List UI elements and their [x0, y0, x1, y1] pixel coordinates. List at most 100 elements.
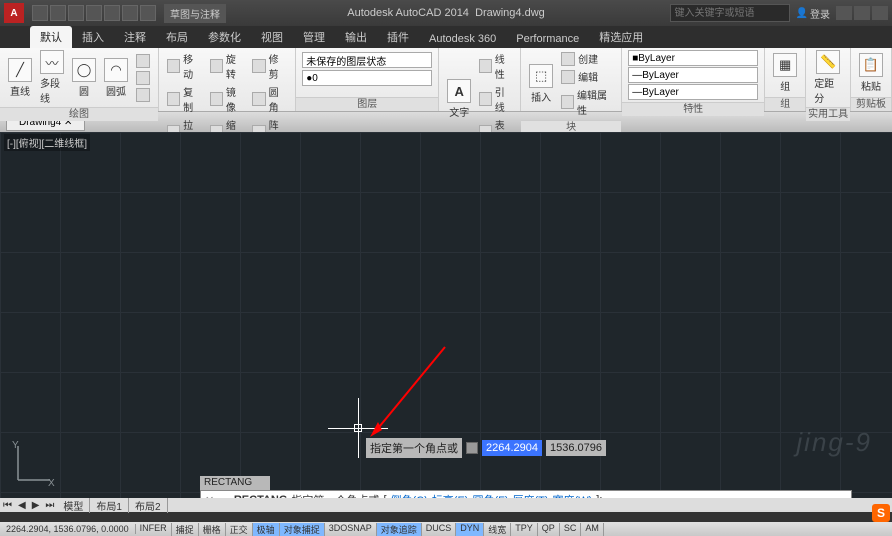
dynamic-input-x[interactable]: 2264.2904	[482, 440, 542, 456]
ribbon: ╱直线 〰多段线 ◯圆 ◠圆弧 绘图 移动 复制 拉伸 旋转 镜像 缩放	[0, 48, 892, 112]
tab-performance[interactable]: Performance	[506, 30, 589, 48]
layout-nav-first[interactable]: ⏮	[0, 500, 15, 511]
fillet-button[interactable]: 圆角	[250, 83, 289, 115]
viewport-label[interactable]: [-][俯视][二维线框]	[4, 134, 90, 151]
command-history[interactable]: RECTANG	[200, 476, 270, 490]
status-toggle-对象追踪[interactable]: 对象追踪	[377, 523, 422, 536]
rotate-button[interactable]: 旋转	[208, 50, 247, 82]
login-button[interactable]: 👤登录	[796, 6, 830, 21]
move-button[interactable]: 移动	[165, 50, 204, 82]
tab-default[interactable]: 默认	[30, 26, 72, 48]
layout-2[interactable]: 布局2	[129, 498, 168, 513]
panel-utilities-title[interactable]: 实用工具	[806, 107, 850, 121]
block-attr-button[interactable]: 编辑属性	[559, 86, 615, 118]
drawing-area[interactable]: [-][俯视][二维线框] 指定第一个角点或 2264.2904 1536.07…	[0, 132, 892, 498]
status-coords[interactable]: 2264.2904, 1536.0796, 0.0000	[0, 524, 136, 534]
draw-extra-2[interactable]	[134, 70, 152, 86]
spline-icon	[136, 71, 150, 85]
panel-draw-title[interactable]: 绘图	[0, 107, 158, 121]
measure-button[interactable]: 📏定距分	[812, 50, 844, 105]
color-dropdown[interactable]: ■ ByLayer	[628, 50, 758, 66]
leader-button[interactable]: 引线	[477, 83, 514, 115]
layout-nav-next[interactable]: ▶	[29, 500, 43, 511]
tab-layout[interactable]: 布局	[156, 26, 198, 48]
qat-new-icon[interactable]	[32, 5, 48, 21]
panel-properties-title[interactable]: 特性	[622, 102, 764, 116]
linetype-dropdown[interactable]: — ByLayer	[628, 84, 758, 100]
dynamic-input-y[interactable]: 1536.0796	[546, 440, 606, 456]
insert-block-button[interactable]: ⬚插入	[527, 64, 555, 104]
svg-text:Y: Y	[12, 440, 19, 451]
circle-button[interactable]: ◯圆	[70, 58, 98, 98]
arc-button[interactable]: ◠圆弧	[102, 58, 130, 98]
quick-access-toolbar	[32, 5, 156, 21]
panel-clipboard-title[interactable]: 剪贴板	[851, 97, 891, 111]
status-toggle-线宽[interactable]: 线宽	[484, 523, 511, 536]
status-toggle-对象捕捉[interactable]: 对象捕捉	[280, 523, 325, 536]
layout-model[interactable]: 模型	[57, 498, 90, 513]
down-arrow-icon[interactable]	[466, 442, 478, 454]
layer-state-dropdown[interactable]: 未保存的图层状态	[302, 52, 432, 68]
group-button[interactable]: ▦组	[771, 53, 799, 93]
close-button[interactable]	[872, 6, 888, 20]
status-toggle-sc[interactable]: SC	[560, 523, 582, 536]
layer-dropdown[interactable]: ● 0	[302, 70, 432, 86]
paste-button[interactable]: 📋粘贴	[857, 53, 885, 93]
app-menu-button[interactable]: A	[4, 3, 24, 23]
infocenter-search[interactable]	[670, 4, 790, 22]
block-create-button[interactable]: 创建	[559, 50, 615, 67]
tab-parametric[interactable]: 参数化	[198, 26, 251, 48]
panel-layers: 未保存的图层状态 ● 0 图层	[296, 48, 439, 111]
status-toggle-infer[interactable]: INFER	[136, 523, 172, 536]
paste-icon: 📋	[859, 53, 883, 77]
tab-featured[interactable]: 精选应用	[589, 26, 653, 48]
status-toggle-qp[interactable]: QP	[538, 523, 560, 536]
panel-group-title[interactable]: 组	[765, 97, 805, 111]
lineweight-dropdown[interactable]: — ByLayer	[628, 67, 758, 83]
status-toggle-极轴[interactable]: 极轴	[253, 523, 280, 536]
copy-button[interactable]: 复制	[165, 83, 204, 115]
status-toggle-dyn[interactable]: DYN	[456, 523, 484, 536]
layout-nav-prev[interactable]: ◀	[15, 500, 29, 511]
status-toggle-正交[interactable]: 正交	[226, 523, 253, 536]
maximize-button[interactable]	[854, 6, 870, 20]
tab-plugins[interactable]: 插件	[377, 26, 419, 48]
minimize-button[interactable]	[836, 6, 852, 20]
status-toggle-am[interactable]: AM	[581, 523, 604, 536]
ucs-icon[interactable]: XY	[10, 438, 60, 488]
layout-1[interactable]: 布局1	[90, 498, 129, 513]
tab-output[interactable]: 输出	[335, 26, 377, 48]
tab-manage[interactable]: 管理	[293, 26, 335, 48]
trim-button[interactable]: 修剪	[250, 50, 289, 82]
qat-plot-icon[interactable]	[104, 5, 120, 21]
mirror-button[interactable]: 镜像	[208, 83, 247, 115]
block-edit-button[interactable]: 编辑	[559, 68, 615, 85]
hatch-icon	[136, 88, 150, 102]
tab-view[interactable]: 视图	[251, 26, 293, 48]
qat-open-icon[interactable]	[50, 5, 66, 21]
text-button[interactable]: A文字	[445, 79, 473, 119]
line-button[interactable]: ╱直线	[6, 58, 34, 98]
layout-nav-last[interactable]: ⏭	[42, 500, 57, 511]
status-toggle-ducs[interactable]: DUCS	[422, 523, 457, 536]
dynamic-input-tooltip: 指定第一个角点或 2264.2904 1536.0796	[366, 438, 606, 458]
panel-properties: ■ ByLayer — ByLayer — ByLayer 特性	[622, 48, 765, 111]
qat-redo-icon[interactable]	[140, 5, 156, 21]
ime-indicator[interactable]: S	[872, 504, 890, 522]
status-toggle-3dosnap[interactable]: 3DOSNAP	[325, 523, 377, 536]
tab-insert[interactable]: 插入	[72, 26, 114, 48]
draw-extra-3[interactable]	[134, 87, 152, 103]
status-toggle-捕捉[interactable]: 捕捉	[172, 523, 199, 536]
draw-extra-1[interactable]	[134, 53, 152, 69]
status-toggle-栅格[interactable]: 栅格	[199, 523, 226, 536]
tab-annotate[interactable]: 注释	[114, 26, 156, 48]
qat-undo-icon[interactable]	[122, 5, 138, 21]
polyline-button[interactable]: 〰多段线	[38, 50, 66, 105]
tab-a360[interactable]: Autodesk 360	[419, 30, 506, 48]
panel-layers-title[interactable]: 图层	[296, 97, 438, 111]
workspace-dropdown[interactable]: 草图与注释	[164, 4, 226, 23]
dim-linear-button[interactable]: 线性	[477, 50, 514, 82]
qat-saveas-icon[interactable]	[86, 5, 102, 21]
qat-save-icon[interactable]	[68, 5, 84, 21]
status-toggle-tpy[interactable]: TPY	[511, 523, 538, 536]
